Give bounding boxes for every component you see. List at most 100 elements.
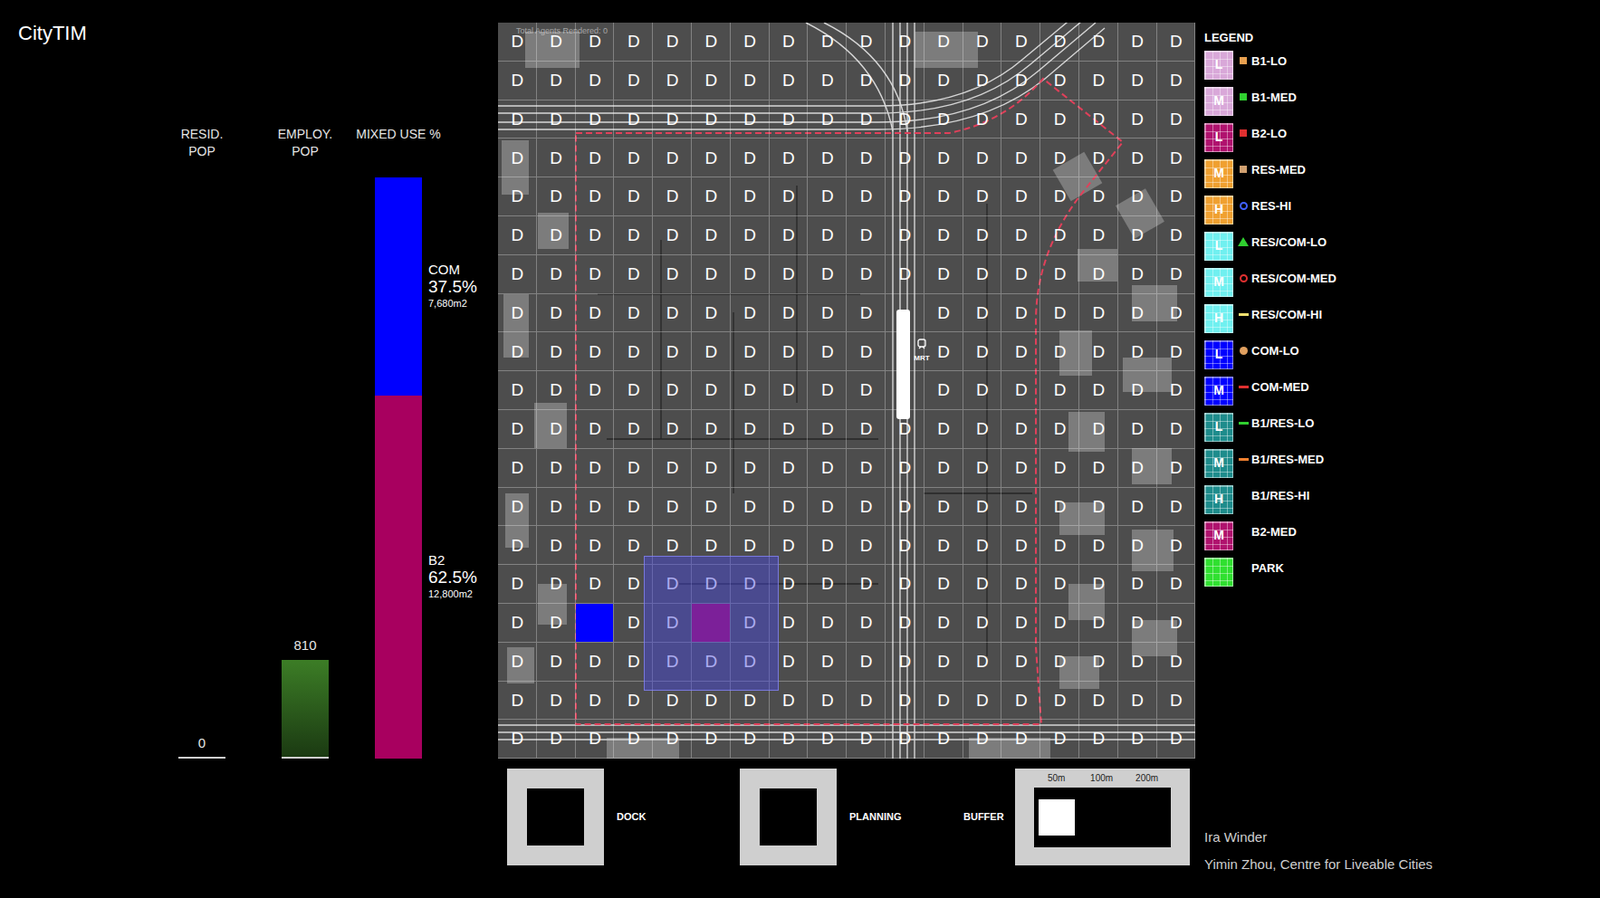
grid-cell[interactable]: D xyxy=(1079,22,1119,62)
grid-cell[interactable]: D xyxy=(1001,449,1041,489)
grid-cell[interactable]: D xyxy=(769,410,809,450)
grid-cell[interactable]: D xyxy=(924,332,964,372)
grid-cell[interactable]: D xyxy=(1118,719,1158,759)
grid-cell[interactable]: D xyxy=(924,449,964,489)
grid-cell[interactable]: D xyxy=(730,100,770,140)
grid-cell[interactable]: D xyxy=(1079,371,1119,411)
grid-cell[interactable]: D xyxy=(1157,488,1196,527)
grid-cell[interactable]: D xyxy=(498,332,537,372)
grid-cell[interactable]: D xyxy=(807,294,847,334)
grid-cell[interactable]: D xyxy=(1040,332,1080,372)
grid-cell[interactable]: D xyxy=(1001,138,1041,178)
grid-cell[interactable]: D xyxy=(730,61,770,101)
grid-cell[interactable]: D xyxy=(963,642,1003,682)
grid-cell[interactable]: D xyxy=(498,177,537,217)
grid-cell[interactable]: D xyxy=(924,22,964,62)
grid-cell[interactable]: D xyxy=(613,255,653,295)
grid-cell[interactable]: D xyxy=(885,138,925,178)
grid-cell[interactable]: D xyxy=(1040,603,1080,643)
grid-cell[interactable]: D xyxy=(963,371,1003,411)
grid-cell[interactable]: D xyxy=(1001,177,1041,217)
grid-cell[interactable]: D xyxy=(1118,642,1158,682)
grid-cell[interactable]: D xyxy=(807,100,847,140)
grid-cell[interactable]: D xyxy=(1118,681,1158,721)
grid-cell[interactable]: D xyxy=(1157,255,1196,295)
grid-cell[interactable]: D xyxy=(846,719,886,759)
grid-cell[interactable]: D xyxy=(498,138,537,178)
grid-cell[interactable]: D xyxy=(575,216,615,256)
grid-cell[interactable]: D xyxy=(691,719,731,759)
grid-cell[interactable]: D xyxy=(575,294,615,334)
grid-cell[interactable]: D xyxy=(1118,61,1158,101)
grid-cell[interactable]: D xyxy=(769,100,809,140)
grid-cell[interactable]: D xyxy=(846,138,886,178)
grid-cell[interactable]: D xyxy=(1118,255,1158,295)
grid-cell[interactable]: D xyxy=(846,488,886,527)
grid-cell[interactable]: D xyxy=(1040,61,1080,101)
grid-cell[interactable]: D xyxy=(1001,100,1041,140)
grid-cell[interactable]: D xyxy=(1040,22,1080,62)
grid-cell[interactable]: D xyxy=(1079,449,1119,489)
grid-cell[interactable]: D xyxy=(885,681,925,721)
grid-cell[interactable]: D xyxy=(769,488,809,527)
grid-cell[interactable]: D xyxy=(807,565,847,604)
grid-cell[interactable]: D xyxy=(536,255,576,295)
grid-cell[interactable]: D xyxy=(924,642,964,682)
grid-cell[interactable]: D xyxy=(1040,642,1080,682)
grid-cell[interactable]: D xyxy=(1001,603,1041,643)
grid-cell[interactable]: D xyxy=(1001,255,1041,295)
grid-cell[interactable]: D xyxy=(846,603,886,643)
grid-cell[interactable]: D xyxy=(924,526,964,566)
grid-cell[interactable]: D xyxy=(613,177,653,217)
grid-cell[interactable]: D xyxy=(1118,22,1158,62)
grid-cell[interactable]: D xyxy=(846,332,886,372)
grid-cell[interactable]: D xyxy=(1079,177,1119,217)
grid-cell[interactable]: D xyxy=(652,255,692,295)
grid-cell[interactable]: D xyxy=(807,177,847,217)
grid-cell[interactable]: D xyxy=(498,61,537,101)
grid-cell[interactable]: D xyxy=(1079,138,1119,178)
grid-cell[interactable]: D xyxy=(769,642,809,682)
grid-cell[interactable]: D xyxy=(963,488,1003,527)
grid-cell[interactable]: D xyxy=(769,177,809,217)
grid-cell[interactable]: D xyxy=(963,681,1003,721)
grid-cell[interactable]: D xyxy=(652,565,692,604)
grid-cell[interactable]: D xyxy=(613,138,653,178)
grid-cell[interactable]: D xyxy=(963,61,1003,101)
grid-cell[interactable]: D xyxy=(498,603,537,643)
grid-cell[interactable]: D xyxy=(769,255,809,295)
grid-cell[interactable]: D xyxy=(536,526,576,566)
grid-cell[interactable]: D xyxy=(1079,603,1119,643)
grid-cell[interactable]: D xyxy=(575,61,615,101)
grid-cell[interactable]: D xyxy=(730,177,770,217)
grid-cell[interactable]: D xyxy=(536,216,576,256)
grid-cell[interactable]: D xyxy=(498,255,537,295)
grid-cell[interactable]: D xyxy=(1040,216,1080,256)
grid-cell[interactable]: D xyxy=(536,449,576,489)
grid-cell[interactable]: D xyxy=(652,177,692,217)
grid-cell[interactable]: D xyxy=(652,603,692,643)
grid-cell[interactable]: D xyxy=(652,294,692,334)
grid-cell[interactable]: D xyxy=(652,332,692,372)
grid-cell[interactable]: D xyxy=(1079,410,1119,450)
grid-cell[interactable]: D xyxy=(885,61,925,101)
grid-cell[interactable]: D xyxy=(885,488,925,527)
grid-cell[interactable]: D xyxy=(963,216,1003,256)
grid-cell[interactable]: D xyxy=(963,565,1003,604)
grid-cell[interactable]: D xyxy=(1157,294,1196,334)
grid-cell[interactable]: D xyxy=(1079,216,1119,256)
grid-cell[interactable]: D xyxy=(963,526,1003,566)
grid-cell[interactable]: D xyxy=(1040,681,1080,721)
grid-cell[interactable]: D xyxy=(846,371,886,411)
grid-cell[interactable]: D xyxy=(730,294,770,334)
grid-cell[interactable]: D xyxy=(807,642,847,682)
grid-cell[interactable]: D xyxy=(730,332,770,372)
b2-lo-tile[interactable] xyxy=(691,603,731,643)
grid-cell[interactable]: D xyxy=(652,410,692,450)
grid-cell[interactable]: D xyxy=(498,719,537,759)
grid-cell[interactable]: D xyxy=(807,255,847,295)
grid-cell[interactable]: D xyxy=(575,681,615,721)
grid-cell[interactable]: D xyxy=(730,526,770,566)
grid-cell[interactable]: D xyxy=(1157,565,1196,604)
grid-cell[interactable]: D xyxy=(846,410,886,450)
